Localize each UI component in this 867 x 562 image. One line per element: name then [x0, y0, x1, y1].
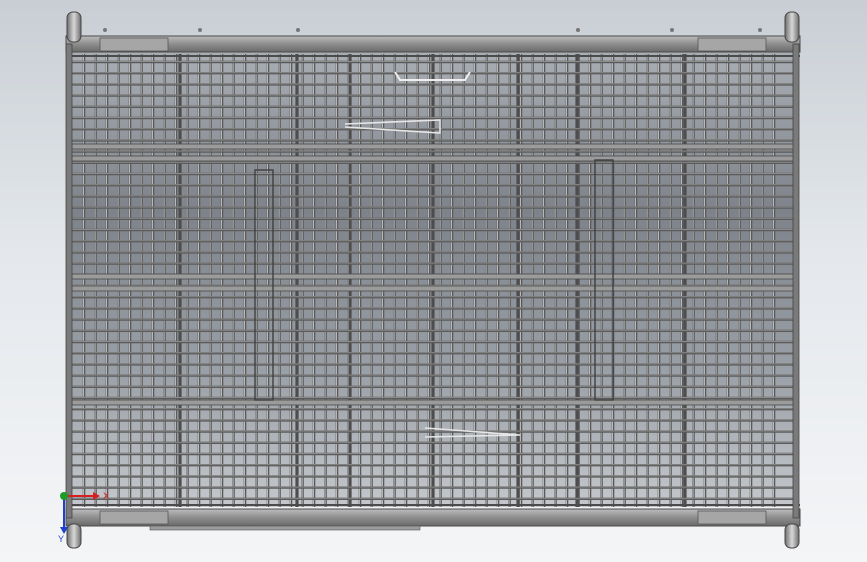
bolt: [576, 28, 580, 32]
bottom-frame: [65, 504, 801, 531]
frame-bolts: [103, 28, 762, 32]
shelf-rail: [71, 399, 795, 406]
shelf-rail: [71, 155, 795, 162]
bolt: [103, 28, 107, 32]
axis-origin: [60, 492, 68, 500]
bolt: [758, 28, 762, 32]
shelf-rail: [71, 273, 795, 280]
y-axis-label: Y: [58, 534, 64, 544]
shelf-rail: [71, 285, 795, 292]
shelf-rail: [71, 143, 795, 150]
vertical-bars: [82, 54, 776, 507]
bolt: [296, 28, 300, 32]
cage-model[interactable]: X Y: [0, 0, 867, 562]
bolt: [670, 28, 674, 32]
bolt: [198, 28, 202, 32]
graphics-viewport[interactable]: X Y: [0, 0, 867, 562]
x-axis-label: X: [103, 491, 109, 501]
